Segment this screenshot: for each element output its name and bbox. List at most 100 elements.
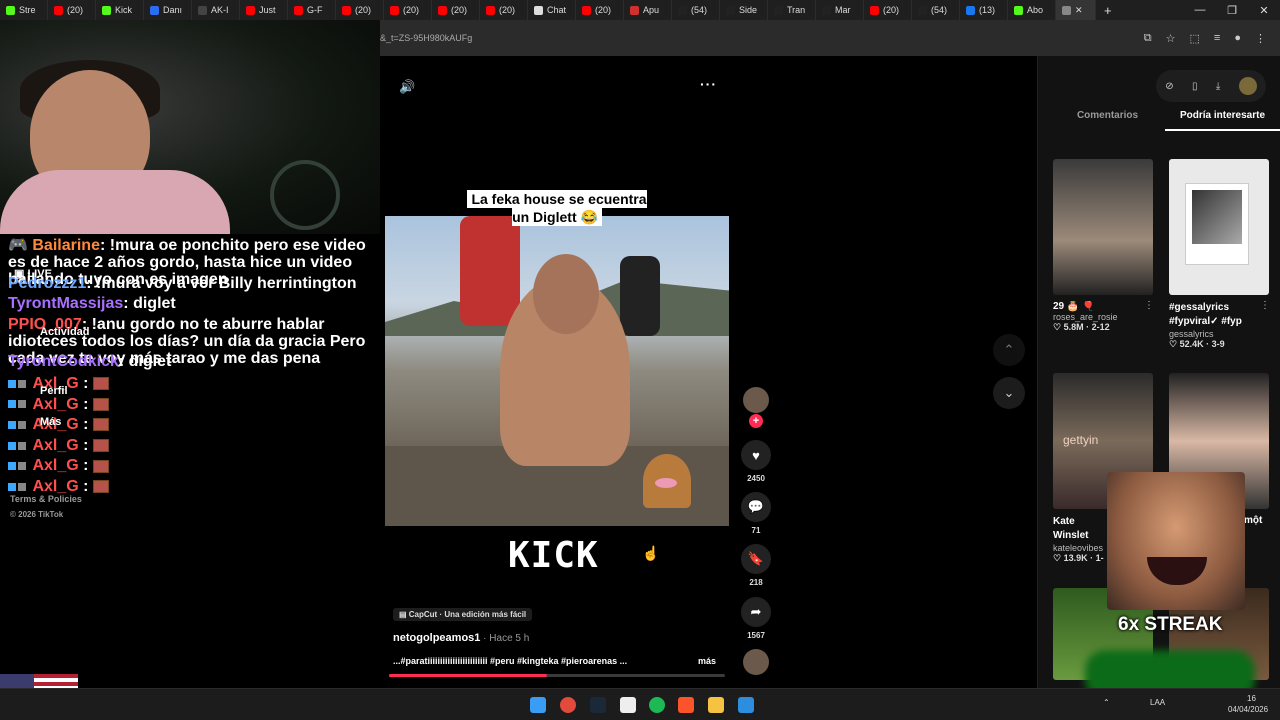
browser-tab[interactable]: Abo <box>1008 0 1056 20</box>
bookmark-star-icon[interactable]: ☆ <box>1166 32 1176 45</box>
close-window-icon[interactable]: ✕ <box>1248 0 1280 20</box>
url-text[interactable]: &_t=ZS-95H980kAUFg <box>380 33 1144 43</box>
spotify-icon[interactable] <box>649 697 665 713</box>
tab-label: Apu <box>643 5 660 15</box>
browser-tab[interactable]: (20) <box>336 0 384 20</box>
browser-tab[interactable]: Kick <box>96 0 144 20</box>
video-player[interactable] <box>385 216 729 526</box>
browser-tab[interactable]: G-F <box>288 0 336 20</box>
browser-tab[interactable]: Tran <box>768 0 816 20</box>
browser-tab[interactable]: (54) <box>672 0 720 20</box>
user-avatar-icon[interactable] <box>1238 77 1257 95</box>
browser-tab[interactable]: Mar <box>816 0 864 20</box>
profile-icon[interactable]: ● <box>1234 32 1241 45</box>
browser-tab[interactable]: AK-I <box>192 0 240 20</box>
comment-count: 71 <box>751 526 761 535</box>
install-app-icon[interactable]: ⧉ <box>1144 32 1152 45</box>
recommended-video-thumb[interactable] <box>1053 159 1153 295</box>
volume-icon[interactable]: 🔊 <box>399 79 415 95</box>
bookmark-icon[interactable]: 🔖 <box>741 544 771 574</box>
video-person-black-shirt <box>620 256 660 336</box>
browser-tab[interactable]: Apu <box>624 0 672 20</box>
browser-tab[interactable]: (13) <box>960 0 1008 20</box>
recommended-video-info[interactable]: #gessalyrics #fypviral✓ #fyp gessalyrics… <box>1169 301 1269 350</box>
tab-comments[interactable]: Comentarios <box>1050 110 1165 131</box>
extensions-icon[interactable]: ⬚ <box>1190 32 1200 45</box>
recommended-video-thumb[interactable] <box>1169 159 1269 295</box>
chat-separator: : <box>78 478 93 495</box>
share-action[interactable]: ➦ 1567 <box>740 597 772 640</box>
chat-user: TyrontMassijas <box>8 295 124 312</box>
mouse-cursor-icon: ☝ <box>642 545 660 561</box>
brave-icon[interactable] <box>678 697 694 713</box>
heart-icon[interactable]: ♥ <box>741 440 771 470</box>
previous-video-arrow-icon[interactable]: ⌃ <box>993 334 1025 366</box>
terms-link[interactable]: Terms & Policies <box>10 494 82 504</box>
browser-tab[interactable]: (20) <box>480 0 528 20</box>
chat-text: : diglet <box>118 353 172 370</box>
chat-message: TyrontCodkick: diglet <box>8 353 368 370</box>
like-action[interactable]: ♥ 2450 <box>740 440 772 483</box>
tab-interest[interactable]: Podría interesarte <box>1165 110 1280 131</box>
compass-icon[interactable]: ⊘ <box>1165 81 1173 92</box>
file-icon[interactable] <box>620 697 636 713</box>
recommended-video-info[interactable]: một <box>1244 515 1274 526</box>
more-options-icon[interactable]: ⋮ <box>1260 300 1270 311</box>
active-browser-tab[interactable]: ✕ <box>1056 0 1096 20</box>
tab-favicon-icon <box>390 5 399 15</box>
nav-live[interactable]: ▣ LIVE <box>14 267 52 280</box>
browser-tab[interactable]: (54) <box>912 0 960 20</box>
browser-tab[interactable]: (20) <box>864 0 912 20</box>
browser-tab[interactable]: (20) <box>48 0 96 20</box>
comment-action[interactable]: 💬 71 <box>740 492 772 535</box>
video-author[interactable]: netogolpeamos1 · Hace 5 h <box>393 632 529 644</box>
clock-time[interactable]: 16 <box>1247 694 1256 703</box>
browser-tab[interactable]: Danı <box>144 0 192 20</box>
creator-avatar[interactable] <box>743 387 769 413</box>
author-name[interactable]: netogolpeamos1 <box>393 632 480 644</box>
clock-date[interactable]: 04/04/2026 <box>1228 705 1268 714</box>
folder-icon[interactable] <box>708 697 724 713</box>
video-more-options-icon[interactable]: ··· <box>700 76 717 92</box>
browser-tab[interactable]: Chat <box>528 0 576 20</box>
description-more-link[interactable]: más <box>698 656 716 666</box>
more-options-icon[interactable]: ⋮ <box>1144 300 1154 311</box>
browser-tab[interactable]: (20) <box>384 0 432 20</box>
follow-plus-icon[interactable]: + <box>749 414 763 428</box>
chat-badge-icon <box>8 482 16 491</box>
share-icon[interactable]: ➦ <box>741 597 771 627</box>
start-menu-icon[interactable] <box>530 697 546 713</box>
recommended-video-info[interactable]: Kate Winslet Leonardo D kateleovibes ♡ 1… <box>1053 515 1109 564</box>
browser-tab[interactable]: (20) <box>576 0 624 20</box>
chat-message: Axl_G : <box>8 478 368 495</box>
new-tab-icon[interactable]: + <box>1096 3 1120 18</box>
nav-more[interactable]: Más <box>40 416 61 428</box>
comment-icon[interactable]: 💬 <box>741 492 771 522</box>
app-icon[interactable] <box>738 697 754 713</box>
save-action[interactable]: 🔖 218 <box>740 544 772 587</box>
maximize-icon[interactable]: ❐ <box>1216 0 1248 20</box>
download-icon[interactable]: ⤓ <box>1216 81 1220 92</box>
nav-profile[interactable]: Perfil <box>40 385 68 397</box>
steam-icon[interactable] <box>590 697 606 713</box>
chrome-icon[interactable] <box>560 697 576 713</box>
minimize-icon[interactable]: — <box>1184 0 1216 20</box>
video-progress-bar[interactable] <box>389 674 725 677</box>
nav-activity[interactable]: Actividad <box>40 326 90 338</box>
browser-tab[interactable]: (20) <box>432 0 480 20</box>
browser-tab[interactable]: Stre <box>0 0 48 20</box>
next-video-arrow-icon[interactable]: ⌄ <box>993 377 1025 409</box>
copyright-text: © 2026 TikTok <box>10 510 64 519</box>
browser-menu-icon[interactable]: ⋮ <box>1255 32 1266 45</box>
music-disc-avatar[interactable] <box>743 649 769 675</box>
language-indicator[interactable]: LAA <box>1150 698 1165 707</box>
chat-message: Pedrozzz1: !mura voy a ver Billy herrint… <box>8 275 368 292</box>
browser-tab[interactable]: Just <box>240 0 288 20</box>
capcut-badge[interactable]: ▤ CapCut · Una edición más fácil <box>393 608 533 621</box>
browser-tab[interactable]: Side <box>720 0 768 20</box>
tray-chevron-icon[interactable]: ⌃ <box>1103 698 1110 707</box>
phone-icon[interactable]: ▯ <box>1192 81 1198 92</box>
media-controls-icon[interactable]: ≡ <box>1214 32 1220 45</box>
video-man-head <box>533 254 599 334</box>
tab-close-icon[interactable]: ✕ <box>1075 5 1083 16</box>
